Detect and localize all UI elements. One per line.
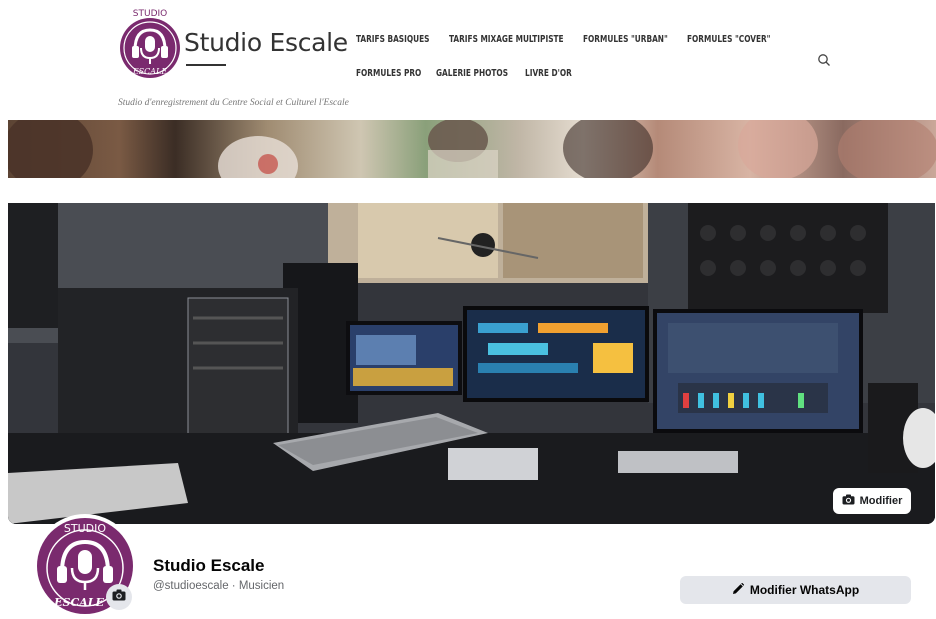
- pencil-icon: [732, 582, 745, 598]
- camera-icon: [842, 494, 855, 508]
- nav-livre-dor[interactable]: LIVRE D'OR: [525, 68, 582, 79]
- main-nav: TARIFS BASIQUES TARIFS MIXAGE MULTIPISTE…: [356, 34, 806, 102]
- nav-galerie-photos[interactable]: GALERIE PHOTOS: [436, 68, 510, 79]
- site-tagline: Studio d'enregistrement du Centre Social…: [118, 98, 349, 108]
- edit-whatsapp-label: Modifier WhatsApp: [749, 583, 860, 597]
- search-icon[interactable]: [817, 53, 831, 67]
- hero-banner-image: [8, 120, 936, 178]
- avatar-logo-text-top: STUDIO: [64, 522, 106, 535]
- nav-formules-urban[interactable]: FORMULES "URBAN": [583, 34, 669, 45]
- cover-edit-label: Modifier: [859, 495, 903, 507]
- edit-whatsapp-button[interactable]: Modifier WhatsApp: [680, 576, 911, 604]
- logo-text-top: STUDIO: [133, 9, 167, 19]
- profile-handle-category: @studioescale · Musicien: [153, 580, 285, 592]
- cover-edit-button[interactable]: Modifier: [833, 488, 911, 514]
- camera-icon: [112, 588, 126, 606]
- avatar-camera-button[interactable]: [106, 584, 132, 610]
- nav-formules-cover[interactable]: FORMULES "COVER": [687, 34, 771, 45]
- logo-text-bottom: ESCALE: [132, 67, 168, 76]
- nav-tarifs-basiques[interactable]: TARIFS BASIQUES: [356, 34, 433, 45]
- brand-name[interactable]: Studio Escale: [184, 28, 348, 57]
- site-logo[interactable]: STUDIO ESCALE: [119, 8, 183, 86]
- nav-row-1: TARIFS BASIQUES TARIFS MIXAGE MULTIPISTE…: [356, 34, 806, 45]
- brand-underline: [186, 64, 226, 66]
- avatar-logo-text-bottom: ESCALE: [53, 596, 104, 609]
- nav-formules-pro[interactable]: FORMULES PRO: [356, 68, 422, 79]
- nav-tarifs-mixage[interactable]: TARIFS MIXAGE MULTIPISTE: [449, 34, 564, 45]
- cover-photo: [8, 203, 935, 524]
- site-header: STUDIO ESCALE Studio Escale Studio d'enr…: [0, 0, 936, 118]
- nav-row-2: FORMULES PRO GALERIE PHOTOS LIVRE D'OR: [356, 68, 806, 79]
- profile-name[interactable]: Studio Escale: [153, 556, 264, 576]
